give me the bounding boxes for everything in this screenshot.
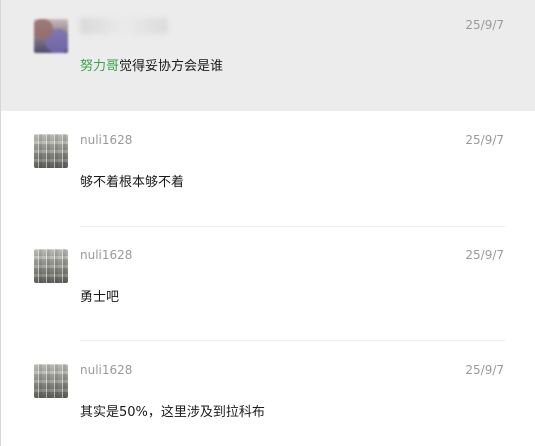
comment-timestamp: 25/9/7: [465, 18, 504, 32]
username[interactable]: nuli1628: [80, 248, 132, 262]
avatar[interactable]: [34, 134, 68, 168]
comment-thread-window: 25/9/7 努力哥觉得妥协方会是谁 nuli1628 25/9/7 够不着根本…: [0, 0, 535, 446]
mention-link[interactable]: 努力哥: [80, 59, 119, 74]
comment-timestamp: 25/9/7: [465, 248, 504, 262]
username[interactable]: nuli1628: [80, 133, 132, 147]
username-redacted: [80, 18, 168, 34]
avatar[interactable]: [34, 249, 68, 283]
comment-text: 努力哥觉得妥协方会是谁: [80, 55, 223, 74]
comment-divider: [80, 340, 505, 341]
comment-timestamp: 25/9/7: [465, 363, 504, 377]
comment-timestamp: 25/9/7: [465, 133, 504, 147]
comment-text-remainder: 觉得妥协方会是谁: [119, 59, 224, 74]
comment-text: 勇士吧: [80, 290, 120, 305]
avatar[interactable]: [34, 364, 68, 398]
avatar[interactable]: [34, 19, 68, 53]
comment-text: 够不着根本够不着: [80, 175, 185, 190]
comment-divider: [80, 226, 505, 227]
comment-text: 其实是50%，这里涉及到拉科布: [80, 405, 265, 420]
username[interactable]: nuli1628: [80, 363, 132, 377]
